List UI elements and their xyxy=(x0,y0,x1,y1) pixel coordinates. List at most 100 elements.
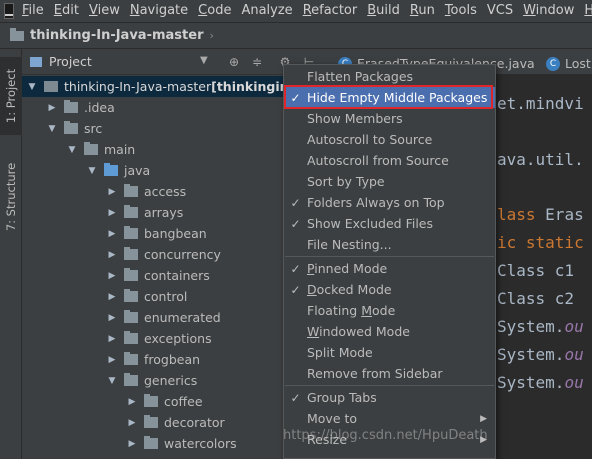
tree-row-label: java xyxy=(124,163,151,178)
collapsed-arrow-icon[interactable]: ▶ xyxy=(106,271,118,281)
menu-item-label: Folders Always on Top xyxy=(307,195,445,210)
menu-mnemonic: E xyxy=(53,3,62,18)
menu-window[interactable]: Window xyxy=(520,0,577,22)
expanded-arrow-icon[interactable]: ▼ xyxy=(66,145,78,155)
package-icon xyxy=(124,268,138,281)
menu-code[interactable]: Code xyxy=(195,0,234,22)
menu-item-pinned-mode[interactable]: ✓ Pinned Mode xyxy=(284,258,495,279)
menu-item-label: Windowed Mode xyxy=(307,324,410,339)
collapsed-arrow-icon[interactable]: ▶ xyxy=(106,187,118,197)
collapsed-arrow-icon[interactable]: ▶ xyxy=(106,292,118,302)
tree-row-label: watercolors xyxy=(164,436,237,451)
folder-icon xyxy=(64,121,78,134)
code-token: System. xyxy=(497,317,565,336)
tree-row-label: coffee xyxy=(164,394,203,409)
checkmark-icon: ✓ xyxy=(290,261,301,276)
package-icon xyxy=(124,352,138,365)
submenu-arrow-icon: ▶ xyxy=(480,413,487,424)
menu-run[interactable]: Run xyxy=(407,0,438,22)
menu-item-label: Group Tabs xyxy=(307,390,377,405)
menu-mnemonic: R xyxy=(302,3,312,18)
expanded-arrow-icon[interactable]: ▼ xyxy=(46,124,58,134)
locate-icon[interactable]: ⊕ xyxy=(227,55,241,69)
menu-file[interactable]: File xyxy=(19,0,47,22)
package-icon xyxy=(124,310,138,323)
tree-row-label: containers xyxy=(144,268,210,283)
menu-item-move-to[interactable]: Move to ▶ xyxy=(284,408,495,429)
menu-item-sort-by-type[interactable]: Sort by Type xyxy=(284,171,495,192)
menu-label: ode xyxy=(207,3,232,18)
collapsed-arrow-icon[interactable]: ▶ xyxy=(126,397,138,407)
menu-analyze[interactable]: Analyze xyxy=(238,0,295,22)
collapsed-arrow-icon[interactable]: ▶ xyxy=(106,334,118,344)
menu-item-autoscroll-from-source[interactable]: Autoscroll from Source xyxy=(284,150,495,171)
menu-item-hide-empty-middle-packages[interactable]: ✓ Hide Empty Middle Packages xyxy=(284,87,495,108)
checkmark-icon: ✓ xyxy=(290,195,301,210)
menu-item-show-members[interactable]: Show Members xyxy=(284,108,495,129)
menu-item-label: Floating Mode xyxy=(307,303,396,318)
left-tool-stripe: 1: Project 7: Structure xyxy=(0,49,22,459)
menu-item-folders-always-on-top[interactable]: ✓ Folders Always on Top xyxy=(284,192,495,213)
package-icon xyxy=(144,415,158,428)
collapse-all-icon[interactable]: ≑ xyxy=(250,55,264,69)
menu-item-docked-mode[interactable]: ✓ Docked Mode xyxy=(284,279,495,300)
code-line: System.ou xyxy=(497,345,584,364)
code-token: ic static xyxy=(497,233,584,252)
view-dropdown-chevron-icon[interactable]: ▼ xyxy=(200,55,208,66)
menu-mnemonic: B xyxy=(367,3,377,18)
menu-help[interactable]: Help xyxy=(581,0,592,22)
watermark: https://blog.csdn.net/HpuDeath xyxy=(283,428,488,443)
collapsed-arrow-icon[interactable]: ▶ xyxy=(106,208,118,218)
checkmark-icon: ✓ xyxy=(290,216,301,231)
expanded-arrow-icon[interactable]: ▼ xyxy=(26,82,38,92)
code-line: lass Eras xyxy=(497,205,584,224)
package-icon xyxy=(144,394,158,407)
menu-refactor[interactable]: Refactor xyxy=(300,0,361,22)
menu-item-windowed-mode[interactable]: Windowed Mode xyxy=(284,321,495,342)
collapsed-arrow-icon[interactable]: ▶ xyxy=(106,250,118,260)
code-line: ic static xyxy=(497,233,584,252)
menu-vcs[interactable]: VCS xyxy=(484,0,516,22)
menu-mnemonic: H xyxy=(584,3,592,18)
expanded-arrow-icon[interactable]: ▼ xyxy=(106,376,118,386)
tree-row-label: src xyxy=(84,121,103,136)
structure-tool-button[interactable]: 7: Structure xyxy=(0,145,22,249)
code-token: Class c1 xyxy=(497,261,575,280)
code-token: lass xyxy=(497,205,546,224)
menu-item-group-tabs[interactable]: ✓ Group Tabs xyxy=(284,387,495,408)
folder-icon xyxy=(64,100,78,113)
expanded-arrow-icon[interactable]: ▼ xyxy=(86,166,98,176)
project-tool-button[interactable]: 1: Project xyxy=(0,57,22,135)
menu-item-flatten-packages[interactable]: Flatten Packages xyxy=(284,66,495,87)
menu-tools[interactable]: Tools xyxy=(442,0,480,22)
menu-item-label: Flatten Packages xyxy=(307,69,414,84)
menu-mnemonic: W xyxy=(523,3,536,18)
menu-view[interactable]: View xyxy=(86,0,123,22)
menu-edit[interactable]: Edit xyxy=(51,0,82,22)
menu-label: Analyze xyxy=(241,3,293,18)
collapsed-arrow-icon[interactable]: ▶ xyxy=(46,103,58,113)
menu-build[interactable]: Build xyxy=(364,0,403,22)
collapsed-arrow-icon[interactable]: ▶ xyxy=(106,355,118,365)
breadcrumb-project[interactable]: thinking-In-Java-master xyxy=(30,28,203,43)
collapsed-arrow-icon[interactable]: ▶ xyxy=(126,418,138,428)
menu-item-floating-mode[interactable]: Floating Mode xyxy=(284,300,495,321)
package-icon xyxy=(124,247,138,260)
tab-lost[interactable]: C Lost xyxy=(546,52,591,75)
menu-item-split-mode[interactable]: Split Mode xyxy=(284,342,495,363)
checkmark-icon: ✓ xyxy=(290,282,301,297)
menu-item-file-nesting[interactable]: File Nesting... xyxy=(284,234,495,255)
menu-separator xyxy=(285,385,494,386)
project-view-title[interactable]: Project xyxy=(49,54,92,69)
menu-item-remove-from-sidebar[interactable]: Remove from Sidebar xyxy=(284,363,495,384)
menu-navigate[interactable]: Navigate xyxy=(127,0,191,22)
tree-row-label: .idea xyxy=(84,100,115,115)
package-icon xyxy=(124,373,138,386)
collapsed-arrow-icon[interactable]: ▶ xyxy=(126,439,138,449)
collapsed-arrow-icon[interactable]: ▶ xyxy=(106,313,118,323)
collapsed-arrow-icon[interactable]: ▶ xyxy=(106,229,118,239)
menu-item-show-excluded-files[interactable]: ✓ Show Excluded Files xyxy=(284,213,495,234)
folder-icon xyxy=(84,142,98,155)
tree-row-label: frogbean xyxy=(144,352,201,367)
menu-item-autoscroll-to-source[interactable]: Autoscroll to Source xyxy=(284,129,495,150)
